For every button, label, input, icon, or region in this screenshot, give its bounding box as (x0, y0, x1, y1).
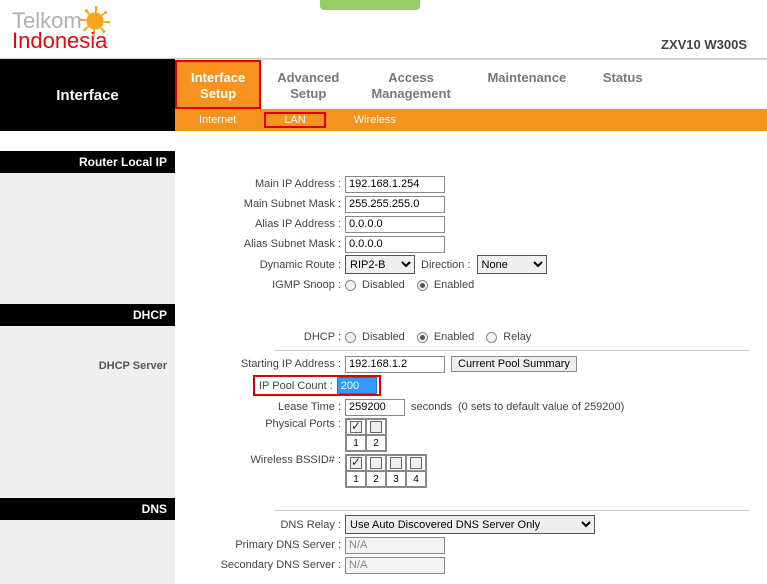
start-ip-input[interactable] (345, 356, 445, 373)
subtab-wireless[interactable]: Wireless (330, 114, 420, 126)
dynamic-route-select[interactable]: RIP2-B (345, 255, 415, 274)
label-wireless-bssid: Wireless BSSID# : (175, 454, 345, 466)
device-model: ZXV10 W300S (661, 37, 747, 52)
bssid-1-checkbox[interactable] (350, 457, 362, 469)
section-router-local-ip: Router Local IP (0, 151, 175, 173)
label-primary-dns: Primary DNS Server : (175, 539, 345, 551)
bssid-3-checkbox[interactable] (390, 457, 402, 469)
label-dns-relay: DNS Relay : (175, 519, 345, 531)
brand-text-2: Indonesia (12, 30, 107, 52)
pool-count-input[interactable] (337, 377, 377, 394)
tab-interface-setup[interactable]: InterfaceSetup (175, 60, 261, 109)
current-pool-summary-button[interactable]: Current Pool Summary (451, 356, 577, 372)
dhcp-relay-radio[interactable] (486, 332, 497, 343)
primary-dns-input (345, 537, 445, 554)
main-tabs: InterfaceSetup AdvancedSetup AccessManag… (175, 59, 767, 109)
phys-port-1-checkbox[interactable] (350, 421, 362, 433)
igmp-enabled-radio[interactable] (417, 280, 428, 291)
tab-maintenance[interactable]: Maintenance (467, 60, 587, 109)
sun-icon (84, 10, 106, 32)
tab-advanced-setup[interactable]: AdvancedSetup (261, 60, 355, 109)
page-header: Telkom Indonesia ZXV10 W300S (0, 6, 767, 59)
dhcp-enabled-radio[interactable] (417, 332, 428, 343)
subtab-internet[interactable]: Internet (175, 114, 260, 126)
tab-access-management[interactable]: AccessManagement (355, 60, 466, 109)
label-alias-mask: Alias Subnet Mask : (175, 238, 345, 250)
label-secondary-dns: Secondary DNS Server : (175, 559, 345, 571)
label-main-mask: Main Subnet Mask : (175, 198, 345, 210)
page-title: Interface (0, 59, 175, 131)
sub-tabs: Internet LAN Wireless (175, 109, 767, 131)
label-lease-time: Lease Time : (175, 401, 345, 413)
tab-status[interactable]: Status (587, 60, 659, 109)
label-main-ip: Main IP Address : (175, 178, 345, 190)
label-dhcp: DHCP : (175, 331, 345, 343)
subtab-lan[interactable]: LAN (264, 112, 325, 128)
secondary-dns-input (345, 557, 445, 574)
bssid-2-checkbox[interactable] (370, 457, 382, 469)
label-direction: Direction : (421, 259, 471, 271)
brand-logo: Telkom Indonesia (12, 10, 107, 52)
label-alias-ip: Alias IP Address : (175, 218, 345, 230)
main-mask-input[interactable] (345, 196, 445, 213)
wireless-bssid-table: 1 2 3 4 (345, 454, 427, 488)
alias-mask-input[interactable] (345, 236, 445, 253)
section-dhcp-server: DHCP Server (0, 354, 175, 378)
dns-relay-select[interactable]: Use Auto Discovered DNS Server Only (345, 515, 595, 534)
alias-ip-input[interactable] (345, 216, 445, 233)
label-start-ip: Starting IP Address : (175, 358, 345, 370)
section-dhcp: DHCP (0, 304, 175, 326)
lease-time-input[interactable] (345, 399, 405, 416)
label-igmp: IGMP Snoop : (175, 279, 345, 291)
direction-select[interactable]: None (477, 255, 547, 274)
pool-count-highlight: IP Pool Count : (253, 375, 381, 396)
igmp-disabled-radio[interactable] (345, 280, 356, 291)
phys-port-2-checkbox[interactable] (370, 421, 382, 433)
section-dns: DNS (0, 498, 175, 520)
label-dynamic-route: Dynamic Route : (175, 259, 345, 271)
dhcp-disabled-radio[interactable] (345, 332, 356, 343)
label-pool-count: IP Pool Count : (257, 380, 337, 392)
main-ip-input[interactable] (345, 176, 445, 193)
bssid-4-checkbox[interactable] (410, 457, 422, 469)
physical-ports-table: 1 2 (345, 418, 387, 452)
label-physical-ports: Physical Ports : (175, 418, 345, 430)
